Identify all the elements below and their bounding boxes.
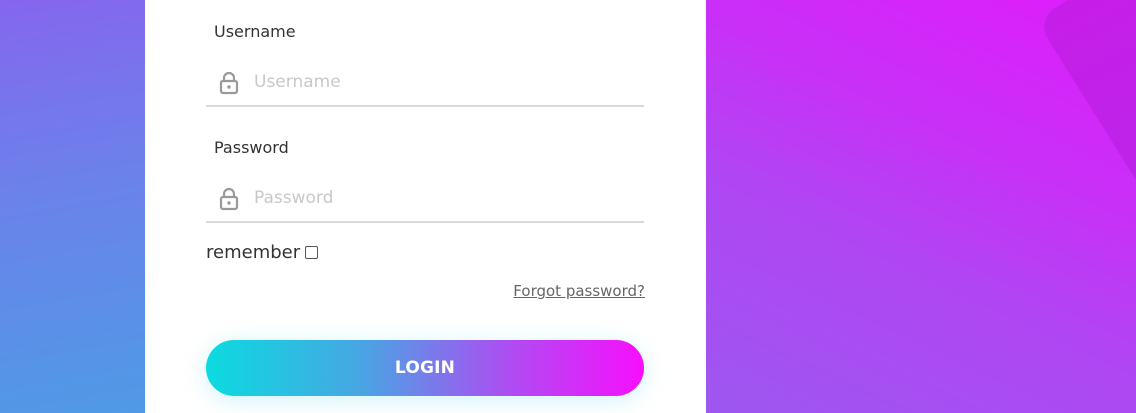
remember-row: remember bbox=[206, 242, 319, 263]
password-label: Password bbox=[214, 138, 289, 157]
forgot-password-link[interactable]: Forgot password? bbox=[513, 282, 645, 300]
password-input[interactable] bbox=[254, 181, 624, 215]
password-field bbox=[206, 175, 644, 223]
background-left bbox=[0, 0, 145, 413]
remember-label: remember bbox=[206, 242, 301, 263]
background-right bbox=[706, 0, 1136, 413]
lock-icon bbox=[219, 187, 239, 211]
login-card: Username Password remember Forgot passwo… bbox=[145, 0, 706, 413]
username-input[interactable] bbox=[254, 65, 624, 99]
login-button[interactable]: LOGIN bbox=[206, 340, 644, 396]
remember-checkbox[interactable] bbox=[305, 246, 319, 259]
lock-icon bbox=[219, 71, 239, 95]
username-field bbox=[206, 59, 644, 107]
username-label: Username bbox=[214, 22, 296, 41]
background-decorative-shape bbox=[1036, 0, 1136, 377]
